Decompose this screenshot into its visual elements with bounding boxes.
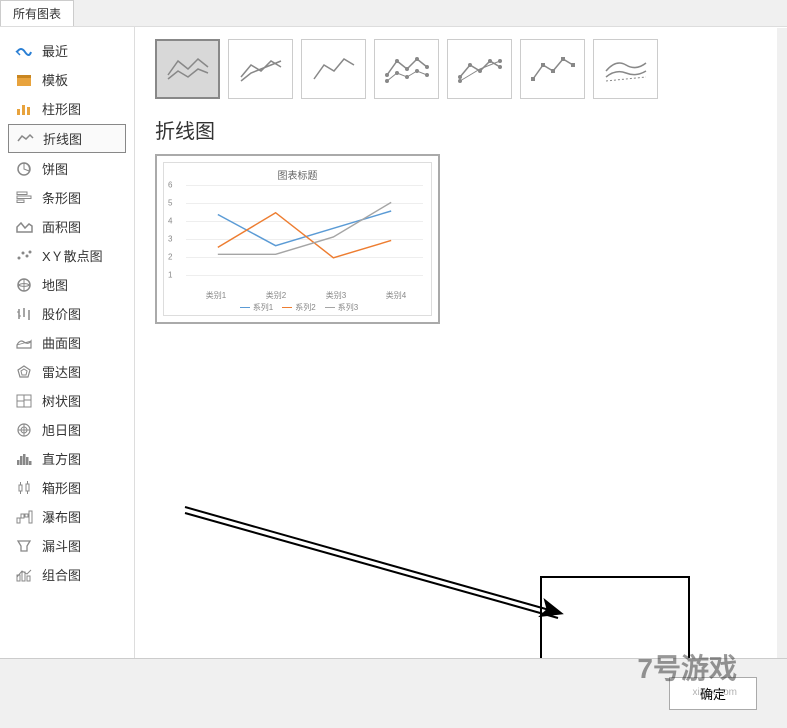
sidebar-item-label: 组合图 <box>42 565 81 584</box>
bar-icon <box>14 189 34 207</box>
sidebar-item-label: 旭日图 <box>42 420 81 439</box>
line-subtype-6[interactable] <box>520 39 585 99</box>
sidebar-item-label: 模板 <box>42 70 68 89</box>
line-icon <box>15 130 35 148</box>
sidebar-item-funnel[interactable]: 漏斗图 <box>8 532 126 559</box>
line-subtype-7[interactable] <box>593 39 658 99</box>
sidebar-item-sunburst[interactable]: 旭日图 <box>8 416 126 443</box>
sidebar-item-line[interactable]: 折线图 <box>8 124 126 153</box>
line-subtype-4[interactable] <box>374 39 439 99</box>
histogram-icon <box>14 450 34 468</box>
sidebar-item-label: 瀑布图 <box>42 507 81 526</box>
tab-all-charts[interactable]: 所有图表 <box>0 0 74 26</box>
template-icon <box>14 71 34 89</box>
line-subtype-5[interactable] <box>447 39 512 99</box>
line-subtype-1[interactable] <box>155 39 220 99</box>
radar-icon <box>14 363 34 381</box>
chart-preview-title: 图表标题 <box>164 163 431 182</box>
sidebar-item-label: 曲面图 <box>42 333 81 352</box>
sidebar-item-label: 箱形图 <box>42 478 81 497</box>
sunburst-icon <box>14 421 34 439</box>
chart-type-title: 折线图 <box>155 115 767 144</box>
chart-preview[interactable]: 图表标题 123456类别1类别2类别3类别4系列1系列2系列3 <box>155 154 440 324</box>
sidebar-item-column[interactable]: 柱形图 <box>8 95 126 122</box>
sidebar-item-scatter[interactable]: XＹ散点图 <box>8 242 126 269</box>
sidebar-item-recent[interactable]: 最近 <box>8 37 126 64</box>
stock-icon <box>14 305 34 323</box>
area-icon <box>14 218 34 236</box>
sidebar-item-treemap[interactable]: 树状图 <box>8 387 126 414</box>
sidebar-item-bar[interactable]: 条形图 <box>8 184 126 211</box>
sidebar-item-surface[interactable]: 曲面图 <box>8 329 126 356</box>
sidebar-item-label: 饼图 <box>42 159 68 178</box>
sidebar-item-combo[interactable]: 组合图 <box>8 561 126 588</box>
sidebar-item-template[interactable]: 模板 <box>8 66 126 93</box>
sidebar-item-boxplot[interactable]: 箱形图 <box>8 474 126 501</box>
sidebar-item-label: 柱形图 <box>42 99 81 118</box>
waterfall-icon <box>14 508 34 526</box>
sidebar-item-stock[interactable]: 股价图 <box>8 300 126 327</box>
sidebar-item-label: 股价图 <box>42 304 81 323</box>
sidebar-item-label: 直方图 <box>42 449 81 468</box>
subtype-row <box>155 39 767 99</box>
chart-type-sidebar: 最近模板柱形图折线图饼图条形图面积图 XＹ散点图地图股价图曲面图雷达图树状图旭日图… <box>0 27 135 667</box>
sidebar-item-waterfall[interactable]: 瀑布图 <box>8 503 126 530</box>
sidebar-item-pie[interactable]: 饼图 <box>8 155 126 182</box>
sidebar-item-label: 条形图 <box>42 188 81 207</box>
sidebar-item-label: 地图 <box>42 275 68 294</box>
sidebar-item-label: 折线图 <box>43 129 82 148</box>
sidebar-item-label: 雷达图 <box>42 362 81 381</box>
boxplot-icon <box>14 479 34 497</box>
pie-icon <box>14 160 34 178</box>
dialog-footer: 确定 <box>0 658 787 728</box>
map-icon <box>14 276 34 294</box>
tab-bar: 所有图表 <box>0 0 787 27</box>
recent-icon <box>14 42 34 60</box>
sidebar-item-label: 最近 <box>42 41 68 60</box>
scatter-icon <box>14 247 34 265</box>
treemap-icon <box>14 392 34 410</box>
sidebar-item-label: XＹ散点图 <box>42 246 103 265</box>
column-icon <box>14 100 34 118</box>
surface-icon <box>14 334 34 352</box>
sidebar-item-label: 树状图 <box>42 391 81 410</box>
line-subtype-2[interactable] <box>228 39 293 99</box>
sidebar-item-area[interactable]: 面积图 <box>8 213 126 240</box>
sidebar-item-label: 漏斗图 <box>42 536 81 555</box>
line-subtype-3[interactable] <box>301 39 366 99</box>
main-area: 最近模板柱形图折线图饼图条形图面积图 XＹ散点图地图股价图曲面图雷达图树状图旭日图… <box>0 27 787 667</box>
sidebar-item-histogram[interactable]: 直方图 <box>8 445 126 472</box>
sidebar-item-radar[interactable]: 雷达图 <box>8 358 126 385</box>
scrollbar[interactable] <box>777 28 787 658</box>
confirm-button[interactable]: 确定 <box>669 677 757 710</box>
sidebar-item-label: 面积图 <box>42 217 81 236</box>
content-area: 折线图 图表标题 123456类别1类别2类别3类别4系列1系列2系列3 <box>135 27 787 667</box>
combo-icon <box>14 566 34 584</box>
funnel-icon <box>14 537 34 555</box>
sidebar-item-map[interactable]: 地图 <box>8 271 126 298</box>
